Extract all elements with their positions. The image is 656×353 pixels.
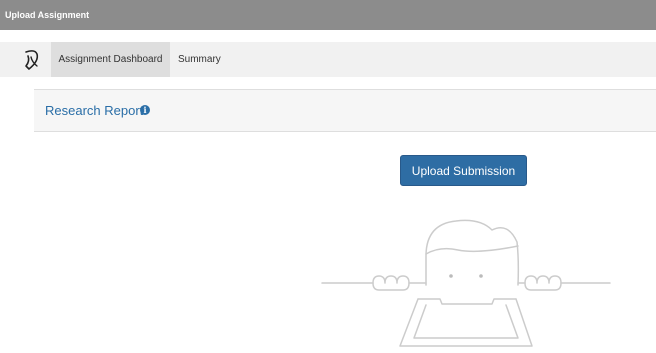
signature-pen-icon[interactable]	[20, 48, 44, 72]
empty-inbox-character-illustration	[321, 219, 611, 347]
app-title-bar: Upload Assignment	[0, 0, 656, 30]
upload-submission-button[interactable]: Upload Submission	[400, 155, 527, 186]
toolbar: Assignment Dashboard Summary	[0, 42, 656, 77]
info-icon[interactable]: i	[140, 105, 150, 115]
assignment-header: Research Report i	[34, 89, 656, 132]
tab-assignment-dashboard[interactable]: Assignment Dashboard	[51, 42, 170, 77]
tab-summary[interactable]: Summary	[178, 42, 221, 77]
app-title: Upload Assignment	[5, 10, 90, 20]
assignment-title[interactable]: Research Report	[45, 90, 143, 131]
